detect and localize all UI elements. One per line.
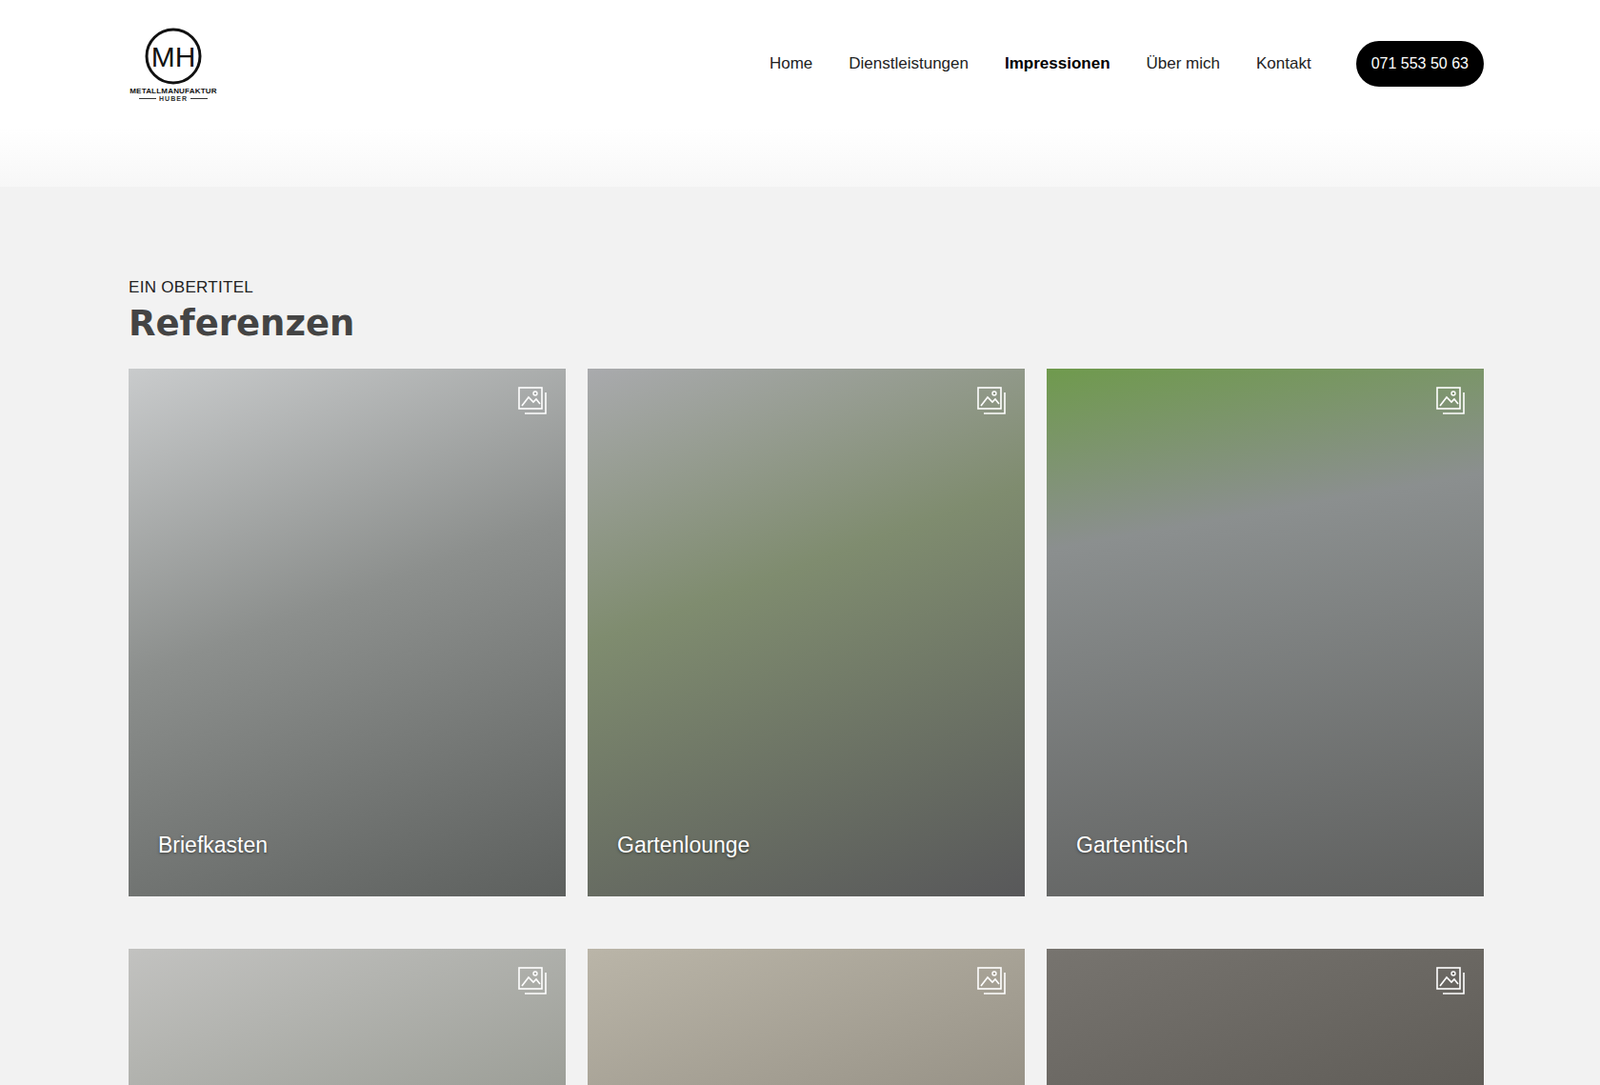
site-header: MH METALLMANUFAKTURHUBER Home Dienstleistun…	[0, 0, 1600, 128]
logo-name: METALLMANUFAKTUR	[129, 86, 217, 96]
logo[interactable]: MH METALLMANUFAKTURHUBER	[128, 26, 219, 102]
nav-item[interactable]: Über mich	[1146, 54, 1220, 74]
card-label: Briefkasten	[158, 832, 268, 859]
main-nav: Home Dienstleistungen Impressionen Über mic…	[769, 40, 1484, 87]
gallery-icon	[977, 966, 1008, 996]
section-title: Referenzen	[128, 302, 1484, 344]
card-label: Gartenlounge	[617, 832, 750, 859]
svg-text:MH: MH	[151, 40, 197, 73]
reference-card[interactable]: Gartenlounge	[587, 368, 1025, 897]
reference-card[interactable]: Gartentisch	[1046, 368, 1484, 897]
nav-item[interactable]: Kontakt	[1256, 54, 1312, 74]
reference-card[interactable]	[1046, 948, 1484, 1085]
references-section: EIN OBERTITEL Referenzen Briefkasten Garten…	[0, 186, 1600, 1085]
reference-card[interactable]: Briefkasten	[128, 368, 566, 897]
gallery-icon	[1436, 386, 1467, 416]
gallery-icon	[518, 386, 549, 416]
phone-button[interactable]: 071 553 50 63	[1356, 40, 1484, 87]
page: MH METALLMANUFAKTURHUBER Home Dienstleistun…	[0, 0, 1600, 1085]
overline: EIN OBERTITEL	[128, 278, 1484, 298]
header-shadow	[0, 127, 1600, 187]
logo-subtitle: HUBER	[139, 95, 208, 102]
gallery-icon	[977, 386, 1008, 416]
reference-grid: Briefkasten Gartenlounge Gartentisch	[128, 368, 1484, 1085]
card-label: Gartentisch	[1076, 832, 1189, 859]
logo-monogram-icon: MH	[142, 26, 204, 86]
reference-card[interactable]	[128, 948, 566, 1085]
nav-item[interactable]: Dienstleistungen	[848, 54, 969, 74]
reference-card[interactable]	[587, 948, 1025, 1085]
gallery-icon	[518, 966, 549, 996]
nav-item[interactable]: Impressionen	[1004, 54, 1111, 74]
gallery-icon	[1436, 966, 1467, 996]
nav-item[interactable]: Home	[769, 54, 813, 74]
